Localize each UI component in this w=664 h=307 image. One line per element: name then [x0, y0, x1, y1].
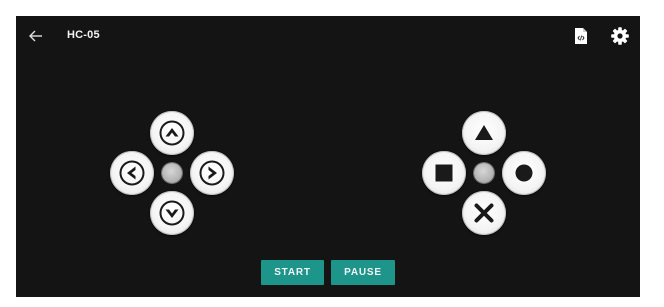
back-arrow-icon — [29, 30, 42, 42]
start-button[interactable]: START — [261, 260, 324, 285]
settings-button[interactable] — [610, 26, 630, 46]
circle-icon — [515, 164, 533, 182]
device-title: HC-05 — [67, 29, 100, 41]
chevron-up-icon — [159, 120, 185, 146]
dpad-down-button[interactable] — [150, 191, 194, 235]
chevron-left-icon — [119, 160, 145, 186]
face-center-dot — [474, 163, 494, 183]
triangle-icon — [475, 125, 493, 140]
square-button[interactable] — [422, 151, 466, 195]
dpad-left-button[interactable] — [110, 151, 154, 195]
back-button[interactable] — [26, 26, 46, 46]
triangle-button[interactable] — [462, 111, 506, 155]
code-file-icon — [575, 28, 587, 44]
pause-button[interactable]: PAUSE — [331, 260, 395, 285]
dpad-center-dot — [162, 163, 182, 183]
dpad-right-button[interactable] — [190, 151, 234, 195]
circle-button[interactable] — [502, 151, 546, 195]
dpad-up-button[interactable] — [150, 111, 194, 155]
top-bar: HC-05 — [16, 16, 640, 56]
cross-button[interactable] — [462, 191, 506, 235]
chevron-down-icon — [159, 200, 185, 226]
cross-icon — [474, 203, 494, 223]
square-icon — [435, 164, 453, 182]
chevron-right-icon — [199, 160, 225, 186]
gear-icon — [611, 27, 629, 45]
code-view-button[interactable] — [574, 27, 588, 45]
controller-screen: HC-05 START PAUSE — [16, 16, 640, 297]
